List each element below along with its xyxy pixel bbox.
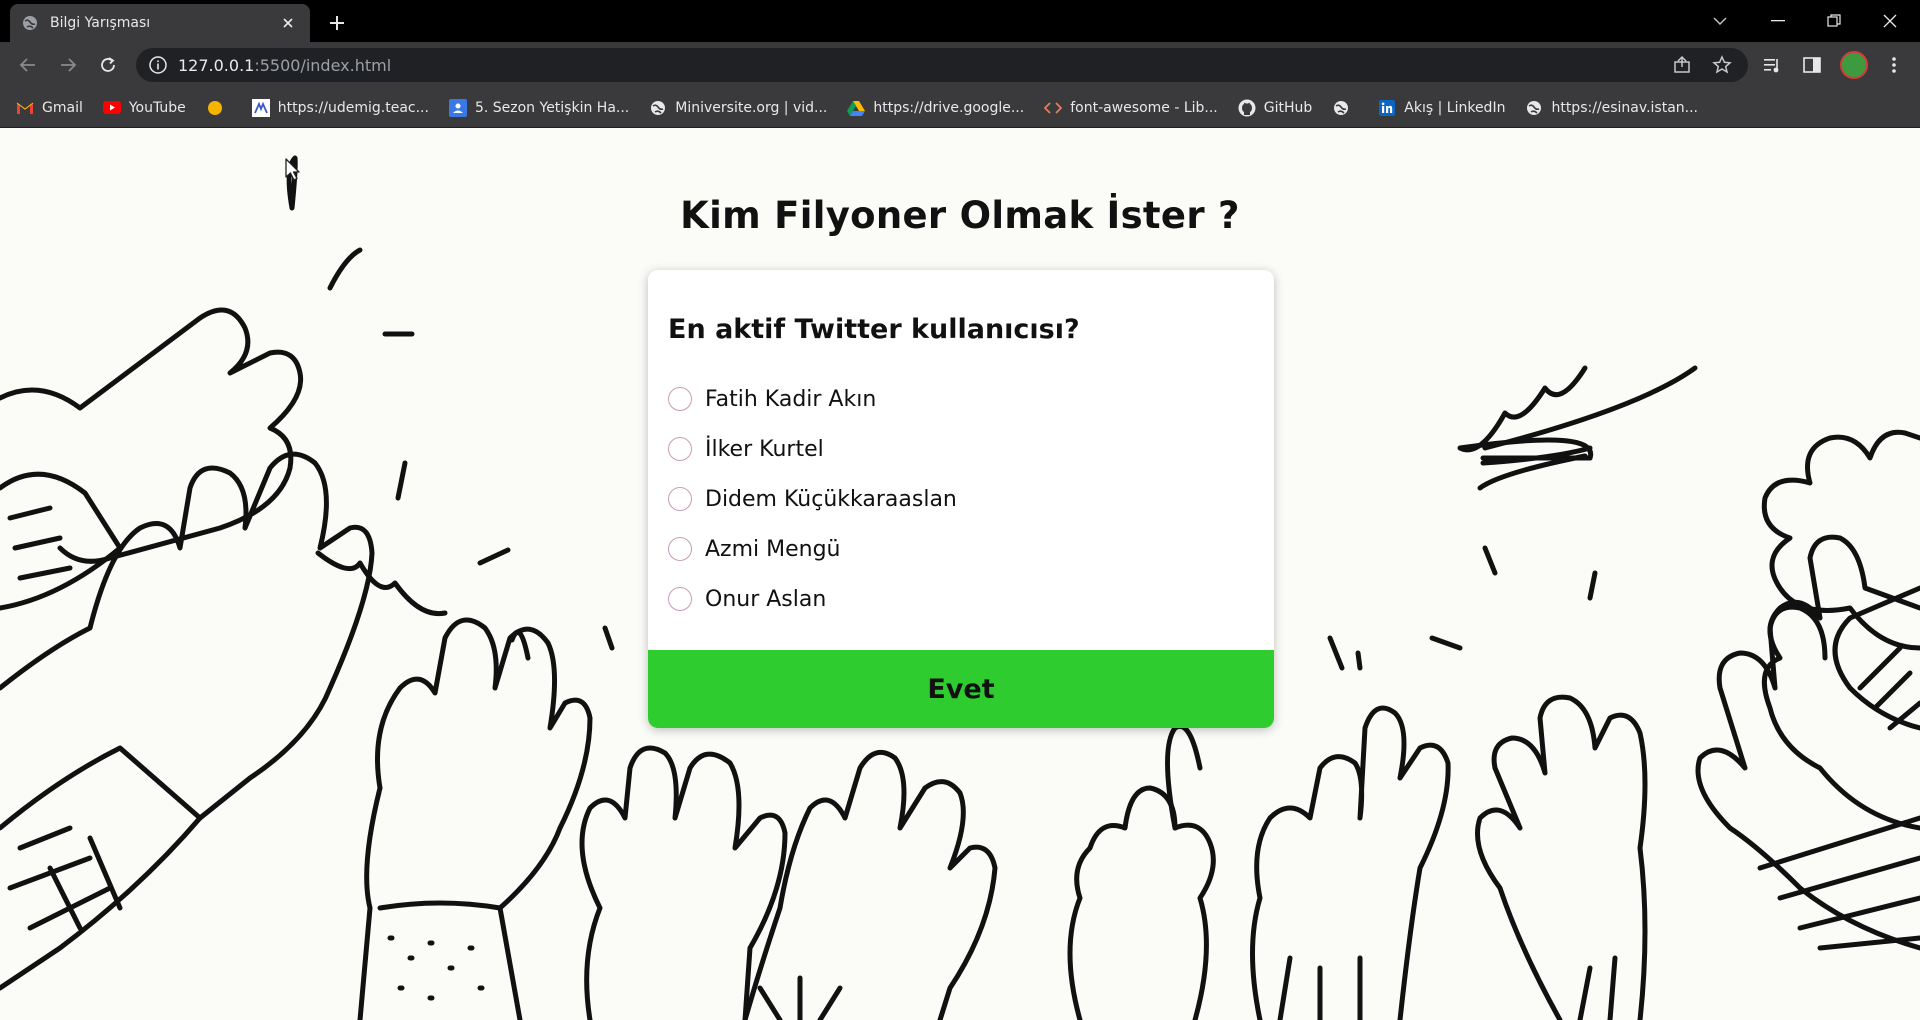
gmail-icon: [16, 99, 34, 117]
profile-avatar[interactable]: [1840, 51, 1868, 79]
forward-icon[interactable]: [52, 49, 84, 81]
close-tab-icon[interactable]: [278, 13, 298, 33]
answer-option-2[interactable]: İlker Kurtel: [668, 424, 957, 474]
submit-button[interactable]: Evet: [648, 650, 1274, 728]
bookmark-item[interactable]: font-awesome - Lib...: [1044, 99, 1218, 117]
bookmark-label: 5. Sezon Yetişkin Ha...: [474, 99, 630, 116]
bookmark-label: https://udemig.teac...: [277, 99, 429, 116]
bookmark-label: font-awesome - Lib...: [1070, 99, 1218, 116]
url-text: 127.0.0.1:5500/index.html: [178, 56, 391, 75]
answer-radio[interactable]: [668, 587, 692, 611]
yellow-dot-icon: [206, 99, 224, 117]
mouse-cursor-icon: [285, 158, 300, 181]
bookmark-item[interactable]: https://drive.google...: [847, 99, 1024, 117]
drive-icon: [847, 99, 866, 117]
answer-label: Fatih Kadir Akın: [705, 386, 877, 412]
tab-search-icon[interactable]: [1694, 0, 1746, 42]
question-text: En aktif Twitter kullanıcısı?: [668, 314, 1080, 345]
bookmark-item[interactable]: Gmail: [16, 99, 83, 117]
bookmark-label: Akış | LinkedIn: [1404, 99, 1506, 116]
bookmark-star-icon[interactable]: [1712, 55, 1732, 75]
bookmark-label: GitHub: [1263, 99, 1313, 116]
bookmark-label: Gmail: [42, 99, 83, 116]
address-bar[interactable]: 127.0.0.1:5500/index.html: [136, 48, 1748, 82]
page-viewport: Kim Filyoner Olmak İster ? En aktif Twit…: [0, 128, 1920, 1020]
answer-radio[interactable]: [668, 437, 692, 461]
github-icon: [1238, 99, 1256, 117]
media-control-icon[interactable]: [1762, 55, 1782, 75]
bookmark-item[interactable]: Miniversite.org | vid...: [649, 99, 827, 117]
tab-title: Bilgi Yarışması: [50, 15, 151, 31]
url-path: :5500/index.html: [254, 55, 392, 75]
bookmark-item[interactable]: https://esinav.istan...: [1525, 99, 1698, 117]
code-icon: [1044, 99, 1063, 117]
bookmark-item[interactable]: [206, 99, 232, 117]
globe-icon: [1525, 99, 1543, 117]
reload-icon[interactable]: [92, 49, 124, 81]
classroom-icon: [448, 98, 467, 117]
share-icon[interactable]: [1672, 55, 1692, 75]
answer-label: Onur Aslan: [705, 586, 827, 612]
bookmark-label: https://esinav.istan...: [1551, 99, 1699, 116]
bookmark-label: Miniversite.org | vid...: [675, 99, 828, 116]
answer-radio[interactable]: [668, 487, 692, 511]
side-panel-icon[interactable]: [1802, 55, 1822, 75]
answer-option-5[interactable]: Onur Aslan: [668, 574, 957, 624]
bookmark-item[interactable]: [1332, 99, 1358, 117]
browser-toolbar: 127.0.0.1:5500/index.html: [0, 42, 1920, 88]
globe-icon: [1332, 99, 1350, 117]
bookmark-item[interactable]: Akış | LinkedIn: [1378, 99, 1505, 117]
minimize-icon[interactable]: [1752, 0, 1804, 42]
answer-label: Azmi Mengü: [705, 536, 841, 562]
more-menu-icon[interactable]: [1884, 55, 1904, 75]
browser-tab[interactable]: Bilgi Yarışması: [10, 4, 310, 42]
bookmark-item[interactable]: https://udemig.teac...: [251, 98, 429, 117]
answer-label: İlker Kurtel: [705, 436, 824, 462]
site-info-icon[interactable]: [148, 55, 168, 75]
answer-label: Didem Küçükkaraaslan: [705, 486, 957, 512]
bookmark-label: https://drive.google...: [873, 99, 1025, 116]
restore-icon[interactable]: [1808, 0, 1860, 42]
tab-strip: Bilgi Yarışması: [0, 0, 1920, 42]
bookmark-item[interactable]: GitHub: [1238, 99, 1313, 117]
globe-icon: [649, 99, 667, 117]
answer-list: Fatih Kadir Akın İlker Kurtel Didem Küçü…: [668, 374, 957, 624]
url-host: 127.0.0.1: [178, 55, 255, 75]
bookmark-item[interactable]: 5. Sezon Yetişkin Ha...: [448, 98, 630, 117]
bookmark-label: YouTube: [128, 99, 186, 116]
quiz-card: En aktif Twitter kullanıcısı? Fatih Kadi…: [648, 270, 1274, 728]
globe-icon: [22, 15, 38, 31]
bookmarks-bar: Gmail YouTube https://udemig.teac... 5. Sez…: [0, 88, 1920, 128]
linkedin-icon: [1378, 99, 1396, 117]
answer-radio[interactable]: [668, 537, 692, 561]
bookmark-item[interactable]: YouTube: [102, 99, 186, 117]
answer-option-1[interactable]: Fatih Kadir Akın: [668, 374, 957, 424]
page-title: Kim Filyoner Olmak İster ?: [680, 194, 1240, 237]
answer-radio[interactable]: [668, 387, 692, 411]
close-window-icon[interactable]: [1864, 0, 1916, 42]
answer-option-4[interactable]: Azmi Mengü: [668, 524, 957, 574]
youtube-icon: [102, 99, 121, 117]
back-icon[interactable]: [12, 49, 44, 81]
new-tab-button[interactable]: [322, 8, 352, 38]
answer-option-3[interactable]: Didem Küçükkaraaslan: [668, 474, 957, 524]
udemig-icon: [251, 98, 270, 117]
